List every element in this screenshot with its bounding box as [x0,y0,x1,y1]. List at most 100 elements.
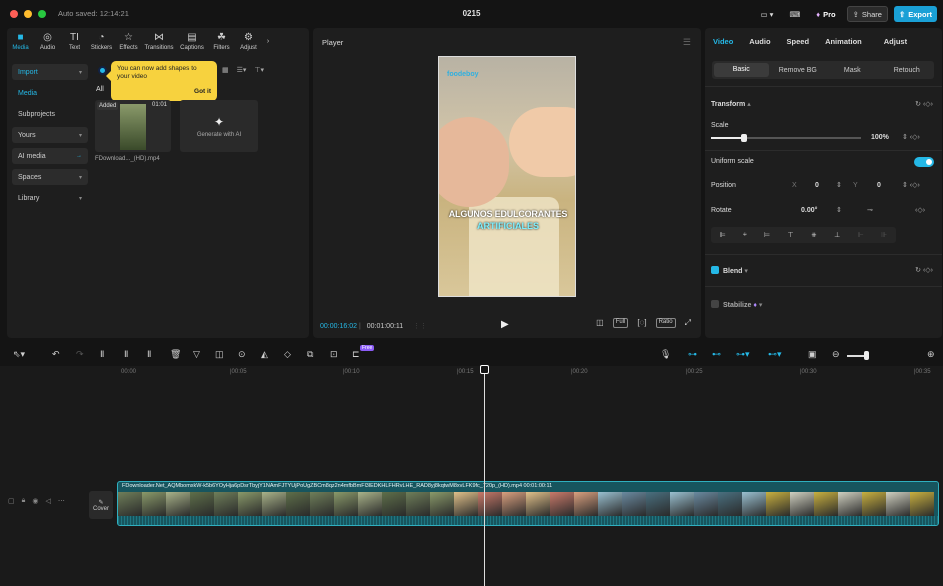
ratio-button[interactable]: Ratio [655,318,676,328]
distribute-h-icon[interactable]: ⊩ [858,231,864,239]
layout-icon[interactable]: ▭ ▾ [756,6,779,22]
tab-stickers[interactable]: ◔ Stickers [88,28,115,56]
subtab-retouch[interactable]: Retouch [880,67,935,74]
microphone-icon[interactable]: 🎙︎ [660,349,671,360]
timeline-toggle-icon[interactable]: ⋮⋮ [413,323,427,330]
tab-speed[interactable]: Speed [779,37,818,46]
mirror-icon[interactable]: ◭ [261,349,268,360]
tab-audio[interactable]: Audio [741,37,778,46]
export-button[interactable]: ⇧ Export [893,6,937,22]
focus-icon[interactable]: [◌] [637,318,646,328]
playhead-handle[interactable] [480,365,489,374]
magnet-icon[interactable]: ⊷ [712,349,721,360]
tab-video[interactable]: Video [705,37,741,46]
tab-adjust[interactable]: ⚙ Adjust [235,28,262,56]
position-stepper-icon[interactable]: ⇕ ‹◇› [902,181,920,189]
zoom-fit-icon[interactable]: ⊕ [927,349,935,360]
shortcut-icon[interactable]: ⌨ [784,6,805,22]
cover-button[interactable]: ✎ Cover [89,491,113,519]
filter-all[interactable]: All [96,86,104,93]
position-x-value[interactable]: 0 [815,182,819,189]
reset-icon[interactable]: ↻ ‹◇› [915,100,933,108]
align-center-icon[interactable]: ⧾ [743,231,747,239]
split-icon[interactable]: Ⅱ [100,349,104,360]
subtab-basic[interactable]: Basic [714,63,769,77]
tab-media[interactable]: ■ Media [7,28,34,56]
blend-reset-icon[interactable]: ↻ ‹◇› [915,266,933,274]
scale-stepper-icon[interactable]: ⇕ ‹◇› [902,133,920,141]
more-tabs-icon[interactable]: › [262,28,274,56]
undo-icon[interactable]: ↶ [52,349,60,360]
grid-view-icon[interactable]: ▦ [222,66,229,74]
sidebar-item-media[interactable]: Media [12,85,88,101]
tab-animation[interactable]: Animation [817,37,870,46]
snap-icon[interactable]: ⊶▾ [736,349,750,360]
fullscreen-icon[interactable]: ⤢ [685,318,691,328]
split-left-icon[interactable]: Ⅱ [124,349,128,360]
caption-icon[interactable]: ▣ [808,349,817,360]
align-bottom-icon[interactable]: ⊥ [834,231,840,239]
mask-icon[interactable]: ▽ [193,349,200,360]
lock-icon[interactable]: 🔒︎ [22,497,26,505]
align-right-icon[interactable]: ⊨ [764,231,770,239]
zoom-out-icon[interactable]: ⊖ [832,349,840,360]
menu-icon[interactable]: ☰ [683,37,691,48]
tab-text[interactable]: TI Text [61,28,88,56]
uniform-scale-toggle[interactable] [914,157,934,167]
subtab-mask[interactable]: Mask [825,67,880,74]
align-left-icon[interactable]: ⊫ [720,231,726,239]
scale-slider[interactable] [711,134,861,142]
rotate-stepper-icon[interactable]: ⇕ [836,206,842,214]
full-quality-button[interactable]: Full [612,318,629,328]
playhead[interactable] [484,366,485,586]
rotate-icon[interactable]: ◇ [284,349,291,360]
redo-icon[interactable]: ↷ [76,349,84,360]
align-middle-icon[interactable]: ⧺ [811,231,817,239]
maximize-window-icon[interactable] [38,10,46,18]
preview-axis-icon[interactable]: ⊷▾ [768,349,782,360]
pro-button[interactable]: ♦ Pro [811,6,840,22]
play-button[interactable]: ▶ [501,319,509,330]
rotate-value[interactable]: 0.00° [801,207,817,214]
tab-effects[interactable]: ☆ Effects [115,28,142,56]
sidebar-item-ai-media[interactable]: AI media → [12,148,88,164]
track-thumbnail-icon[interactable]: ▢ [8,497,15,505]
filter-icon[interactable]: ⊤▾ [254,66,264,74]
slider-knob[interactable] [741,134,747,142]
auto-reframe-icon[interactable]: ⊡ [330,349,338,360]
distribute-v-icon[interactable]: ⊪ [881,231,887,239]
video-preview[interactable]: foodeboy ALGUNOS EDULCORANTES ARTIFICIAL… [438,56,576,297]
sidebar-item-yours[interactable]: Yours ▾ [12,127,88,143]
subtab-remove-bg[interactable]: Remove BG [771,67,826,74]
tab-transitions[interactable]: ⋈ Transitions [142,28,176,56]
chevron-down-icon[interactable]: ▾ [759,302,763,309]
select-tool-icon[interactable]: ⇖▾ [13,349,25,360]
link-icon[interactable]: ⊶ [688,349,697,360]
split-right-icon[interactable]: Ⅱ [147,349,151,360]
close-window-icon[interactable] [10,10,18,18]
position-y-value[interactable]: 0 [877,182,881,189]
got-it-button[interactable]: Got it [194,88,211,96]
tab-captions[interactable]: ▤ Captions [176,28,208,56]
sidebar-item-subprojects[interactable]: Subprojects [12,106,88,122]
delete-icon[interactable]: 🗑︎ [170,349,181,360]
stabilize-checkbox[interactable] [711,300,719,308]
chevron-up-icon[interactable]: ▴ [747,101,751,108]
blend-checkbox[interactable] [711,266,719,274]
scale-value[interactable]: 100% [871,134,889,141]
audio-mute-icon[interactable]: ◁ [45,497,50,505]
align-top-icon[interactable]: ⊤ [787,231,793,239]
visibility-icon[interactable]: ◉ [32,497,38,505]
video-clip[interactable]: FDownloader.Net_AQMbomxkW-k5b6YOyHja6pDs… [117,481,939,526]
keyframe-icon[interactable]: ‹◇› [915,206,925,214]
crop-icon[interactable]: ⧉ [307,349,313,360]
reverse-icon[interactable]: ⊙ [238,349,246,360]
smart-tool-icon[interactable]: ⊏ [352,349,360,360]
sidebar-item-import[interactable]: Import ▾ [12,64,88,80]
media-thumbnail[interactable]: Added 01:01 [95,100,171,152]
sidebar-item-spaces[interactable]: Spaces ▾ [12,169,88,185]
more-icon[interactable]: ⋯ [58,497,65,505]
snapshot-icon[interactable]: ◫ [596,318,604,328]
tab-adjust[interactable]: Adjust [876,37,915,46]
tab-audio[interactable]: ◎ Audio [34,28,61,56]
